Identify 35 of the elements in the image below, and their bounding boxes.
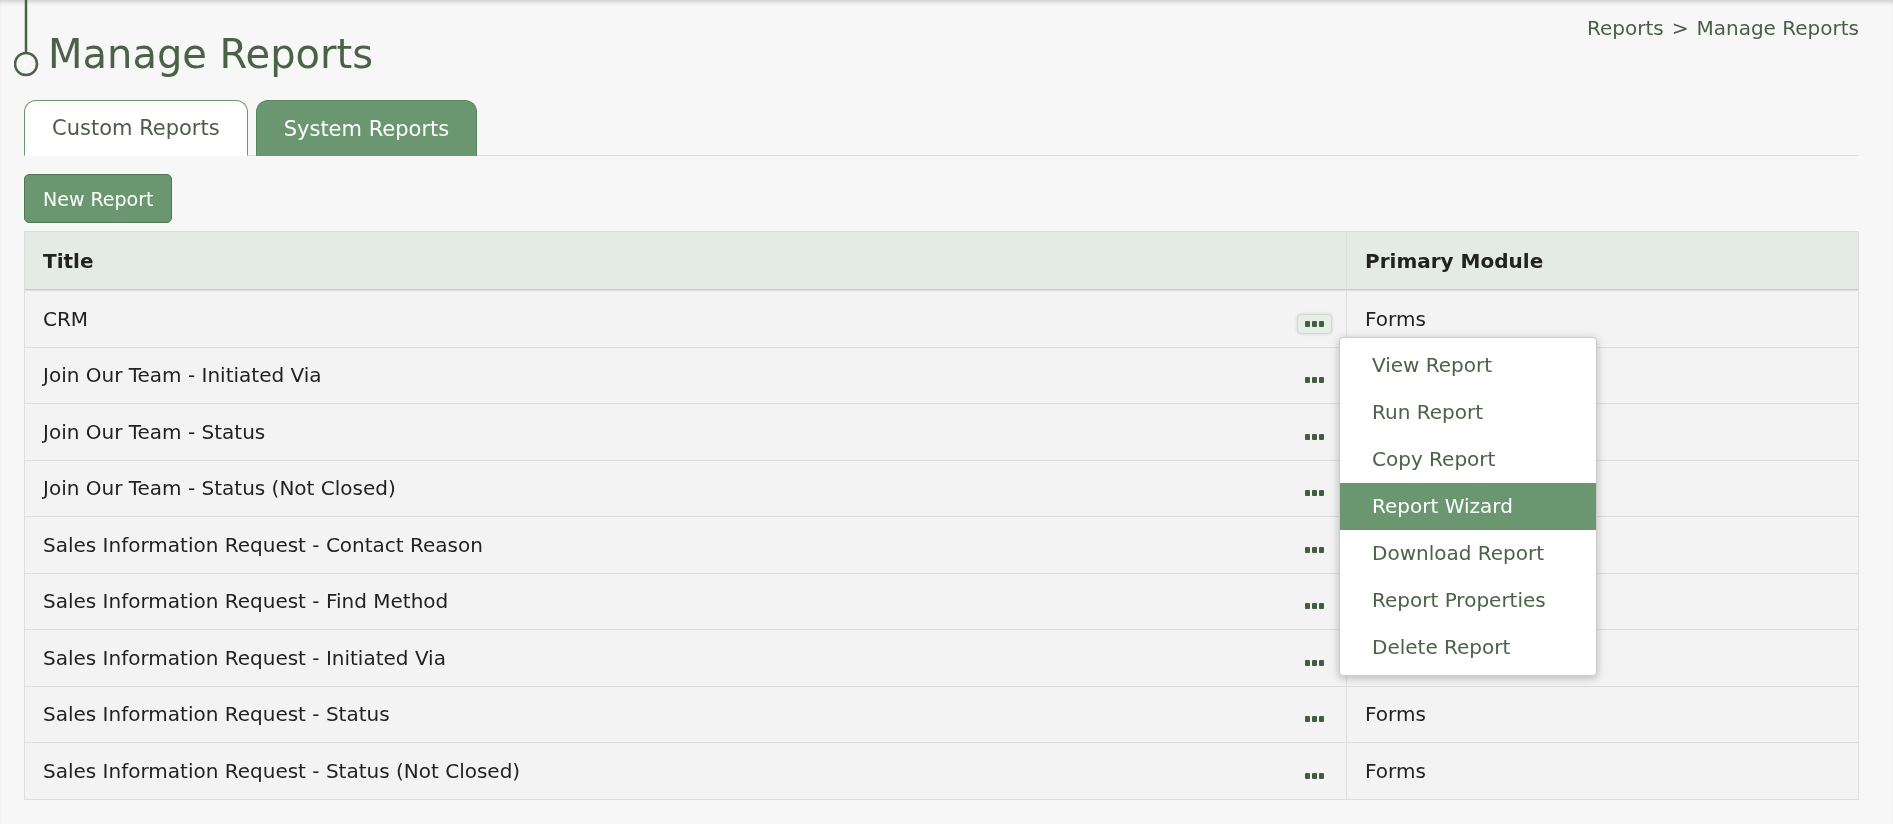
table-cell: Sales Information Request - Find Method <box>43 589 449 614</box>
table-cell: Forms <box>1365 758 1426 783</box>
table-cell: Sales Information Request - Contact Reason <box>43 532 483 557</box>
menu-item[interactable]: Copy Report <box>1340 435 1596 483</box>
table-cell: Join Our Team - Initiated Via <box>43 363 322 388</box>
table-cell: Join Our Team - Status (Not Closed) <box>43 476 396 501</box>
table-cell: Join Our Team - Status <box>43 419 266 444</box>
breadcrumb-separator: > <box>1671 16 1689 40</box>
ellipsis-icon <box>1305 377 1324 384</box>
breadcrumb-link[interactable]: Reports <box>1587 16 1664 40</box>
ellipsis-icon <box>1305 772 1324 779</box>
more-options-button[interactable] <box>1297 313 1332 334</box>
table-cell: Sales Information Request - Status (Not Closed) <box>43 758 521 783</box>
table-cell: CRM <box>43 306 89 331</box>
menu-item[interactable]: View Report <box>1340 341 1596 389</box>
tab[interactable]: Custom Reports <box>24 100 248 156</box>
menu-item[interactable]: Report Properties <box>1340 576 1596 624</box>
table-cell: Forms <box>1365 306 1426 331</box>
ellipsis-icon <box>1305 546 1324 553</box>
table-cell: Forms <box>1365 702 1426 727</box>
ellipsis-icon <box>1305 716 1324 723</box>
ellipsis-icon <box>1305 320 1324 327</box>
table-cell: Sales Information Request - Status <box>43 702 390 727</box>
menu-item[interactable]: Run Report <box>1340 388 1596 436</box>
menu-item[interactable]: Delete Report <box>1340 623 1596 671</box>
menu-item[interactable]: Download Report <box>1340 529 1596 577</box>
table-cell: Sales Information Request - Initiated Via <box>43 645 446 670</box>
breadcrumb-link[interactable]: Manage Reports <box>1696 16 1859 40</box>
column-header: Title <box>42 247 95 275</box>
ellipsis-icon <box>1305 490 1324 497</box>
column-header: Primary Module <box>1346 232 1858 289</box>
ellipsis-icon <box>1305 603 1324 610</box>
page-title: Manage Reports <box>48 34 374 79</box>
ellipsis-icon <box>1305 659 1324 666</box>
ellipsis-icon <box>1305 433 1324 440</box>
